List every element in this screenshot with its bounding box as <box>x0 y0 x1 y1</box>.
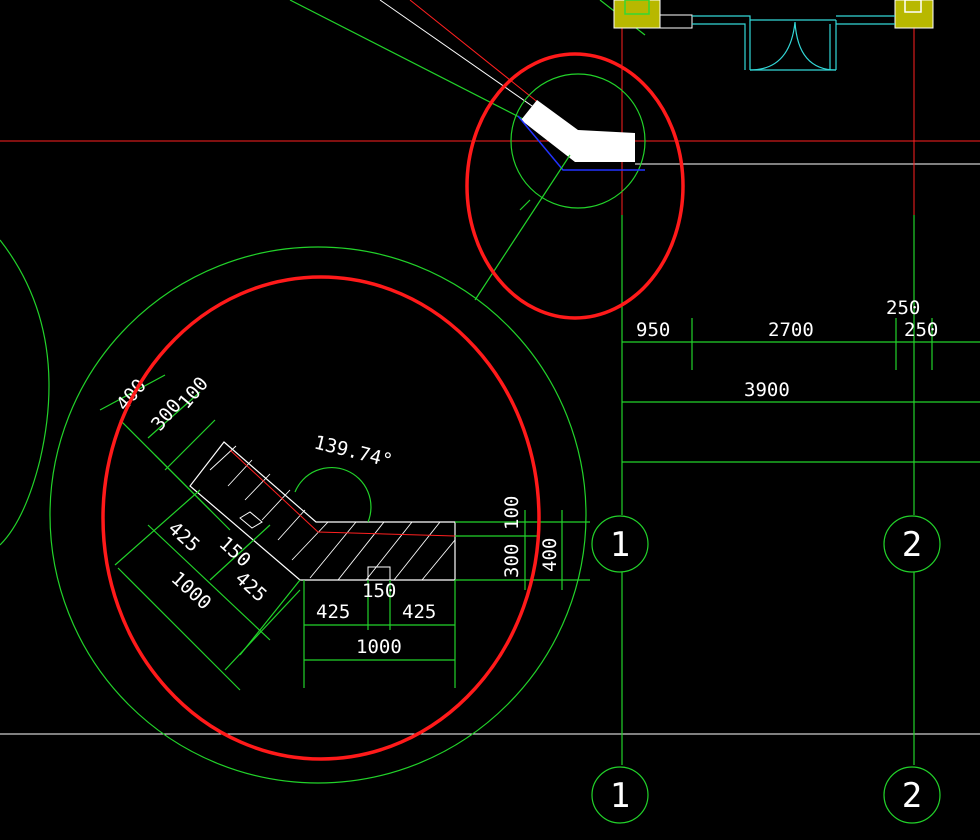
detail-leader-line <box>474 154 571 301</box>
dim-400-left: 400 <box>112 375 151 415</box>
axis-dimensions: 950 2700 250 250 3900 1 2 1 2 <box>591 215 980 824</box>
adjacent-circle-arc <box>0 239 50 546</box>
dim-1000-bottom: 1000 <box>356 636 402 658</box>
angle-label: 139.74° <box>312 432 395 473</box>
axis-label-2-upper: 2 <box>902 525 922 565</box>
dim-300-right: 300 <box>501 544 523 578</box>
small-detail-wall-shape <box>521 100 635 162</box>
dim-150-left: 150 <box>215 532 255 571</box>
dim-1000-left: 1000 <box>167 567 216 614</box>
dim-250-right: 250 <box>904 319 938 341</box>
building-top-fragment <box>613 0 934 71</box>
wall-segment <box>659 14 693 29</box>
dim-425-left-a: 425 <box>164 517 204 556</box>
cad-drawing-canvas[interactable]: 139.74° 400 300 100 425 150 425 1000 150… <box>0 0 980 840</box>
dim-2700: 2700 <box>768 319 814 341</box>
dim-425-bottom-a: 425 <box>316 601 350 623</box>
dim-950: 950 <box>636 319 670 341</box>
left-notch <box>239 511 263 529</box>
dim-425-bottom-b: 425 <box>402 601 436 623</box>
white-diagonal-line <box>379 0 546 116</box>
dim-425-left-b: 425 <box>231 567 271 606</box>
column-2 <box>894 0 934 29</box>
axis-label-2-lower: 2 <box>902 776 922 816</box>
axis-label-1-lower: 1 <box>610 776 630 816</box>
dim-400-right: 400 <box>539 538 561 572</box>
markup-ellipse-small <box>465 52 685 320</box>
axis-label-1-upper: 1 <box>610 525 630 565</box>
wall-centerline-red-a <box>229 449 319 533</box>
dim-250-top: 250 <box>886 297 920 319</box>
wall-centerline-red-b <box>317 531 456 537</box>
door-frame-lines <box>692 15 895 70</box>
leader-tick <box>519 199 531 211</box>
double-door-swing <box>749 21 837 71</box>
enlarged-detail: 139.74° 400 300 100 425 150 425 1000 150… <box>0 239 590 784</box>
left-dimension-lines <box>99 374 301 691</box>
dim-150-bottom: 150 <box>362 580 396 602</box>
dim-3900: 3900 <box>744 379 790 401</box>
dim-100-right: 100 <box>501 496 523 530</box>
